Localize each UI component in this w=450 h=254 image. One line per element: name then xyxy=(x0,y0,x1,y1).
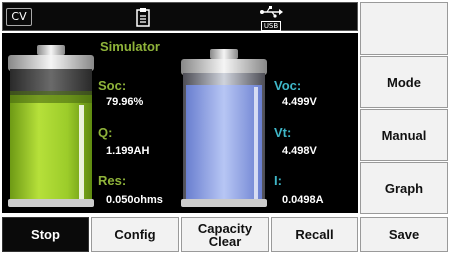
vt-value: 4.498V xyxy=(282,145,317,157)
i-label: I: xyxy=(274,173,282,188)
soc-label: Soc: xyxy=(98,78,127,93)
vt-label: Vt: xyxy=(274,125,292,140)
usb-label: USB xyxy=(261,21,281,31)
simulator-panel: Simulator Soc: 79.96% Q: 1.199AH Res: 0.… xyxy=(2,33,358,213)
soc-battery-graphic xyxy=(8,45,94,207)
mode-indicator: CV xyxy=(6,8,32,26)
voltage-battery-graphic xyxy=(181,49,267,207)
instrument-screen: CV USB Simulator Soc: 79.96% Q: 1.199AH … xyxy=(0,0,450,254)
recall-button[interactable]: Recall xyxy=(271,217,358,252)
capacity-clear-line2: Clear xyxy=(208,233,242,249)
save-button[interactable]: Save xyxy=(360,217,448,252)
mode-button[interactable]: Mode xyxy=(360,56,448,108)
voc-value: 4.499V xyxy=(282,96,317,108)
q-value: 1.199AH xyxy=(106,145,150,157)
softkey-top-blank[interactable] xyxy=(360,2,448,55)
soc-value: 79.96% xyxy=(106,96,144,108)
manual-button[interactable]: Manual xyxy=(360,109,448,161)
capacity-clear-line1: Capacity xyxy=(197,220,253,236)
config-button[interactable]: Config xyxy=(91,217,179,252)
voc-label: Voc: xyxy=(274,78,302,93)
graph-button[interactable]: Graph xyxy=(360,162,448,214)
res-value: 0.050ohms xyxy=(106,194,163,206)
q-label: Q: xyxy=(98,125,113,140)
i-value: 0.0498A xyxy=(282,194,324,206)
simulator-title: Simulator xyxy=(100,39,160,54)
clipboard-icon xyxy=(136,8,150,27)
capacity-clear-button[interactable]: Capacity Clear xyxy=(181,217,269,252)
status-bar: CV USB xyxy=(2,2,358,31)
stop-button[interactable]: Stop xyxy=(2,217,89,252)
usb-icon: USB xyxy=(258,5,284,31)
res-label: Res: xyxy=(98,173,127,188)
